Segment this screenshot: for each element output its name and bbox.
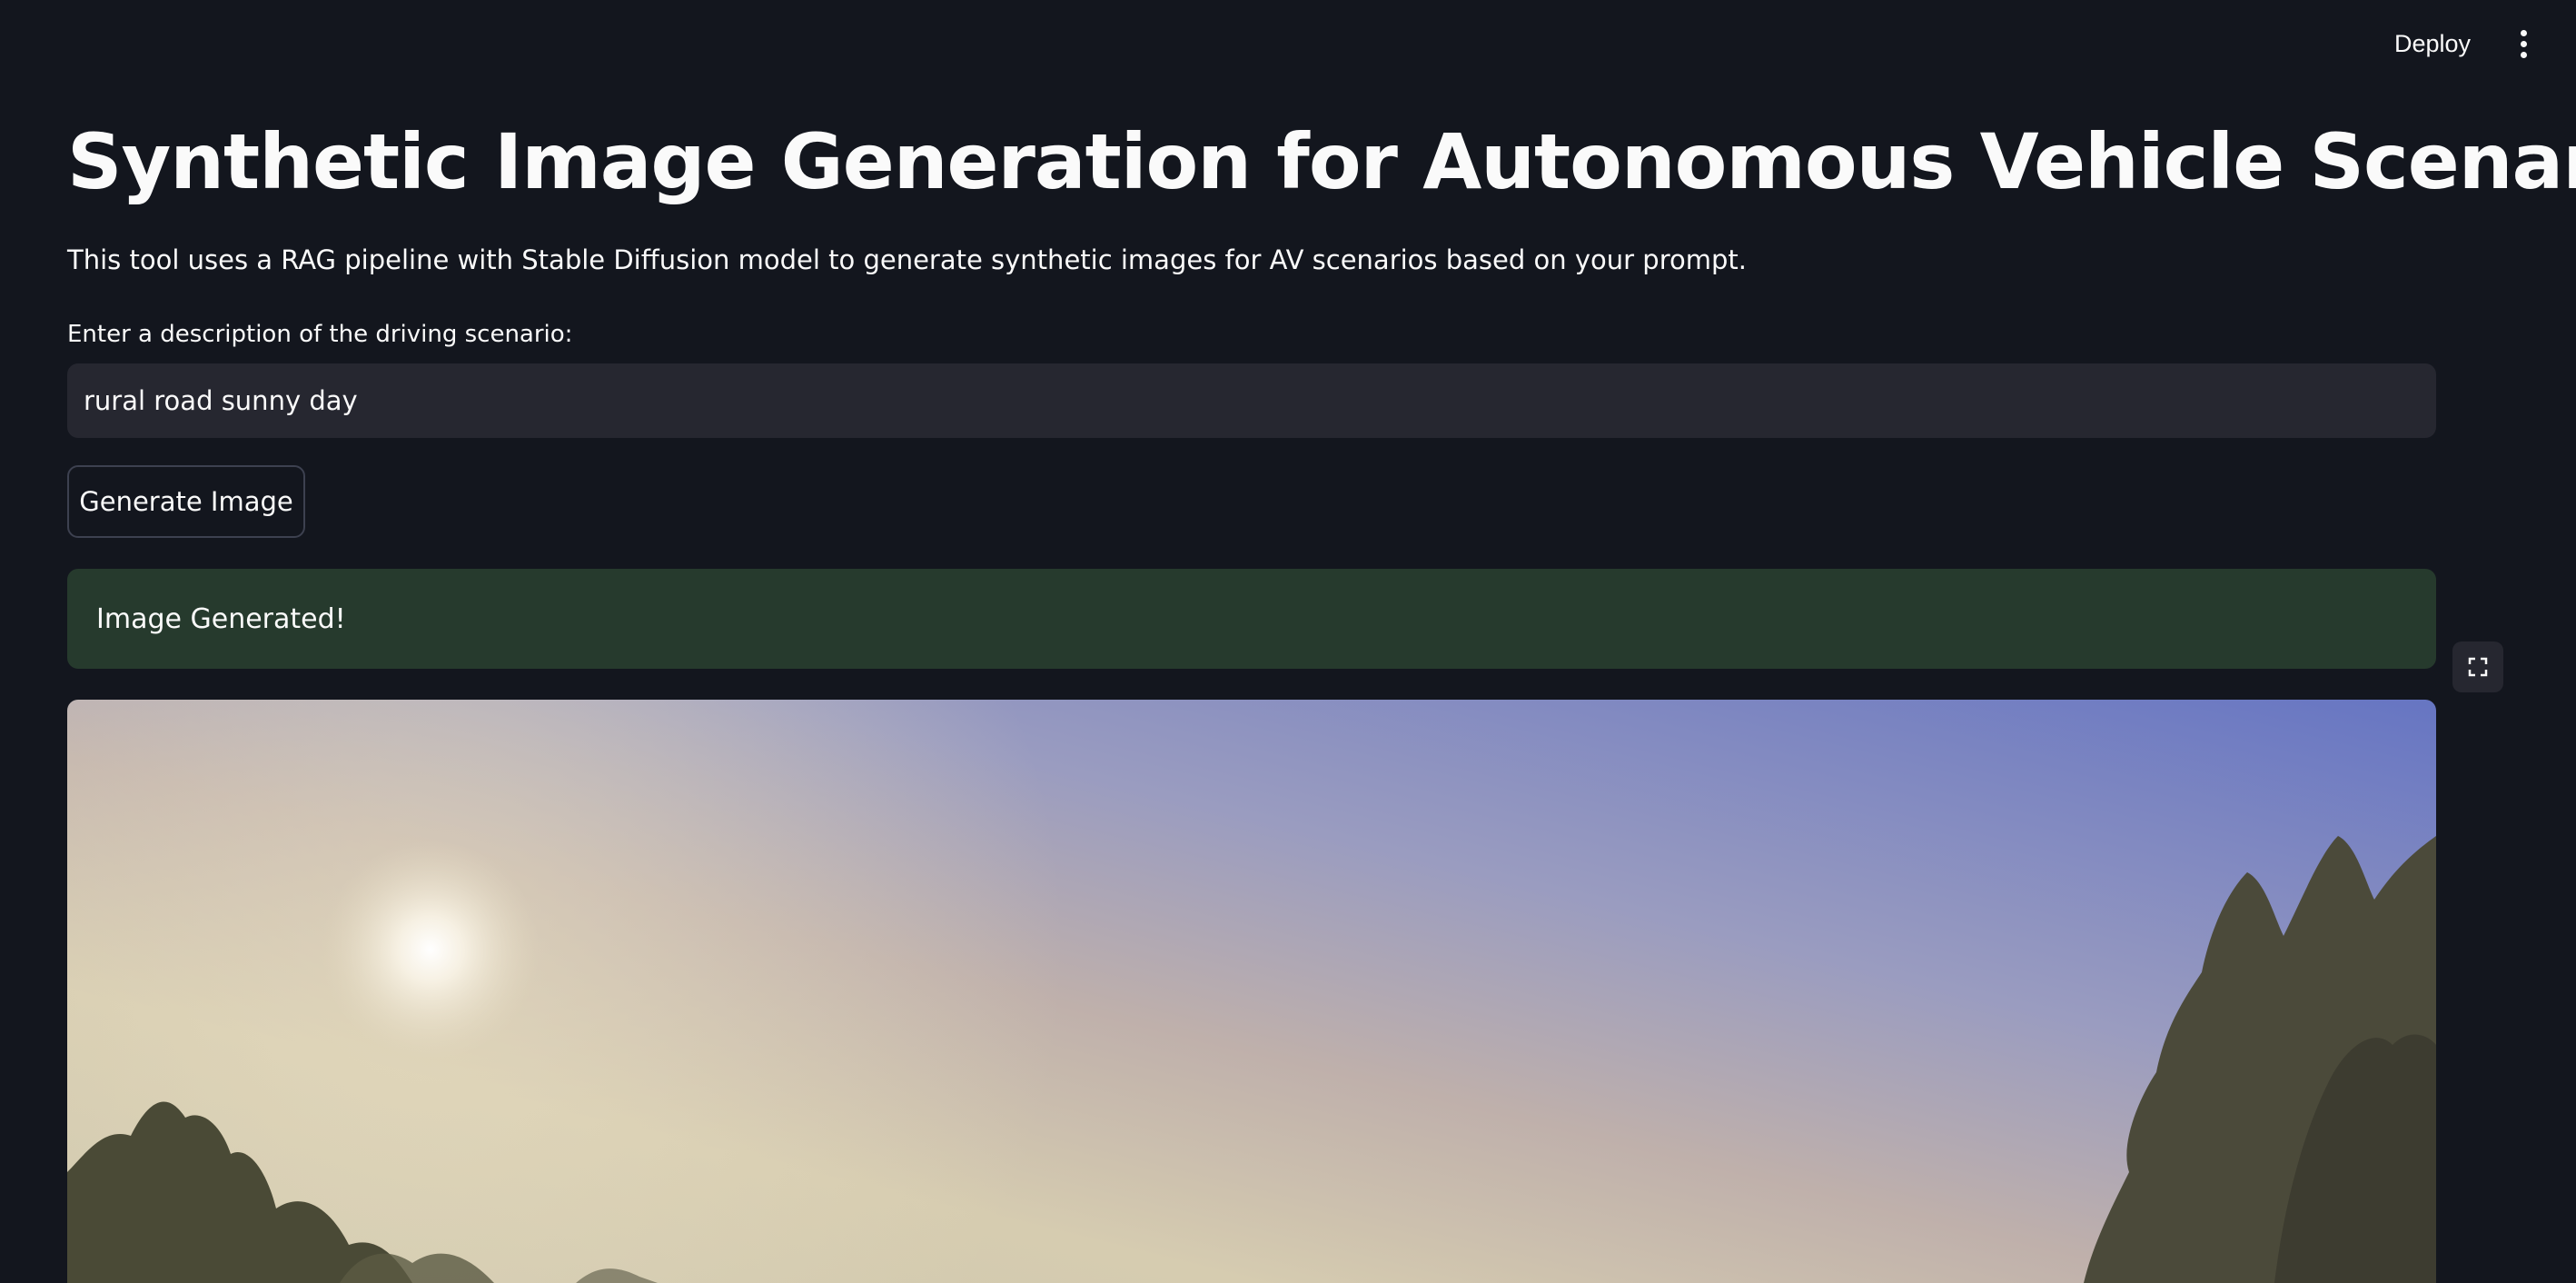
success-alert: Image Generated! <box>67 569 2436 669</box>
top-header: Deploy <box>0 0 2576 87</box>
scenario-input[interactable] <box>67 363 2436 438</box>
menu-dot <box>2520 29 2527 36</box>
success-alert-text: Image Generated! <box>96 602 346 635</box>
deploy-button[interactable]: Deploy <box>2380 24 2485 64</box>
more-vertical-icon[interactable] <box>2502 25 2545 62</box>
fullscreen-icon[interactable] <box>2452 642 2503 692</box>
generate-image-button[interactable]: Generate Image <box>67 465 305 538</box>
scenario-input-label: Enter a description of the driving scena… <box>67 321 573 348</box>
menu-dot <box>2520 40 2527 47</box>
page-description: This tool uses a RAG pipeline with Stabl… <box>67 244 1747 275</box>
page-title: Synthetic Image Generation for Autonomou… <box>67 117 2576 206</box>
generated-image-svg <box>67 700 2436 1283</box>
fullscreen-icon-svg <box>2468 657 2488 677</box>
generated-image <box>67 700 2436 1283</box>
app-root: Deploy Synthetic Image Generation for Au… <box>0 0 2576 1283</box>
menu-dot <box>2520 51 2527 58</box>
